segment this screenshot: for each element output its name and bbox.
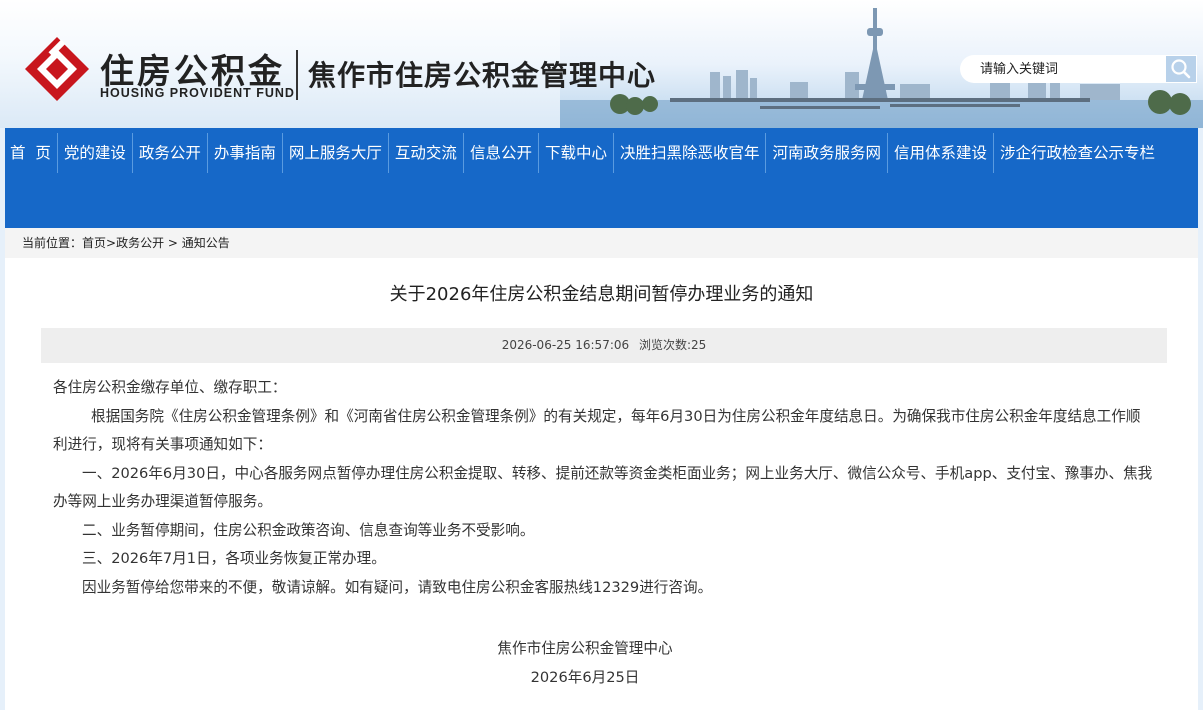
article-meta: 2026-06-25 16:57:06 浏览次数:25 [41, 328, 1167, 363]
paragraph-item-1: 一、2026年6月30日，中心各服务网点暂停办理住房公积金提取、转移、提前还款等… [53, 464, 1153, 511]
view-count: 浏览次数:25 [638, 338, 707, 352]
nav-separator [993, 133, 995, 173]
nav-item-info-disclosure[interactable]: 信息公开 [465, 128, 537, 178]
breadcrumb-government-affairs[interactable]: 政务公开 [116, 236, 164, 250]
paragraph-item-2: 二、业务暂停期间，住房公积金政策咨询、信息查询等业务不受影响。 [82, 521, 535, 539]
housing-fund-logo-icon [25, 37, 89, 101]
nav-item-interaction[interactable]: 互动交流 [390, 128, 462, 178]
nav-separator [462, 133, 464, 173]
nav-separator [206, 133, 208, 173]
paragraph-closing: 因业务暂停给您带来的不便，敬请谅解。如有疑问，请致电住房公积金客服热线12329… [82, 578, 713, 596]
nav-item-government-affairs[interactable]: 政务公开 [134, 128, 206, 178]
page: 住房公积金 HOUSING PROVIDENT FUND 焦作市住房公积金管理中… [0, 0, 1203, 710]
main-navigation: 首 页 党的建设 政务公开 办事指南 网上服务大厅 互动交流 信息公开 下载中心… [5, 128, 1198, 228]
search-button[interactable] [1165, 55, 1197, 83]
signature-org: 焦作市住房公积金管理中心 [497, 640, 673, 657]
paragraph-intro: 根据国务院《住房公积金管理条例》和《河南省住房公积金管理条例》的有关规定，每年6… [53, 407, 1141, 454]
breadcrumb: 当前位置：首页>政务公开 > 通知公告 [5, 228, 1198, 258]
nav-item-anti-crime[interactable]: 决胜扫黑除恶收官年 [615, 128, 765, 178]
breadcrumb-notices[interactable]: 通知公告 [182, 236, 230, 250]
nav-item-enterprise-inspection[interactable]: 涉企行政检查公示专栏 [995, 128, 1160, 178]
logo-divider [296, 50, 298, 100]
nav-item-download-center[interactable]: 下载中心 [540, 128, 612, 178]
nav-separator [537, 133, 539, 173]
breadcrumb-home[interactable]: 首页 [82, 236, 106, 250]
breadcrumb-separator: > [106, 236, 117, 250]
search-icon [1171, 59, 1191, 79]
nav-separator [131, 133, 133, 173]
nav-item-online-service-hall[interactable]: 网上服务大厅 [284, 128, 387, 178]
article-title: 关于2026年住房公积金结息期间暂停办理业务的通知 [389, 284, 814, 305]
nav-item-henan-gov-service[interactable]: 河南政务服务网 [767, 128, 886, 178]
search-box [960, 55, 1165, 83]
nav-separator [765, 133, 767, 173]
signature-date: 2026年6月25日 [530, 669, 640, 686]
breadcrumb-separator: > [164, 236, 182, 250]
logo-english-text: HOUSING PROVIDENT FUND [100, 86, 295, 100]
nav-separator [387, 133, 389, 173]
signature-block: 焦作市住房公积金管理中心 2026年6月25日 [0, 634, 1170, 692]
organization-name: 焦作市住房公积金管理中心 [308, 59, 657, 92]
nav-item-home[interactable]: 首 页 [5, 128, 56, 178]
nav-separator [281, 133, 283, 173]
article-body: 各住房公积金缴存单位、缴存职工： 根据国务院《住房公积金管理条例》和《河南省住房… [53, 374, 1153, 602]
publish-date: 2026-06-25 16:57:06 [501, 338, 630, 352]
nav-item-service-guide[interactable]: 办事指南 [209, 128, 281, 178]
nav-item-party-building[interactable]: 党的建设 [59, 128, 131, 178]
nav-menu: 首 页 党的建设 政务公开 办事指南 网上服务大厅 互动交流 信息公开 下载中心… [5, 128, 1160, 178]
breadcrumb-prefix: 当前位置： [22, 236, 83, 250]
search-input[interactable] [960, 55, 1165, 83]
paragraph-item-3: 三、2026年7月1日，各项业务恢复正常办理。 [82, 550, 386, 567]
nav-separator [887, 133, 888, 173]
nav-separator [612, 133, 614, 173]
nav-item-credit-system[interactable]: 信用体系建设 [889, 128, 992, 178]
salutation: 各住房公积金缴存单位、缴存职工： [53, 379, 287, 396]
nav-separator [56, 133, 58, 173]
